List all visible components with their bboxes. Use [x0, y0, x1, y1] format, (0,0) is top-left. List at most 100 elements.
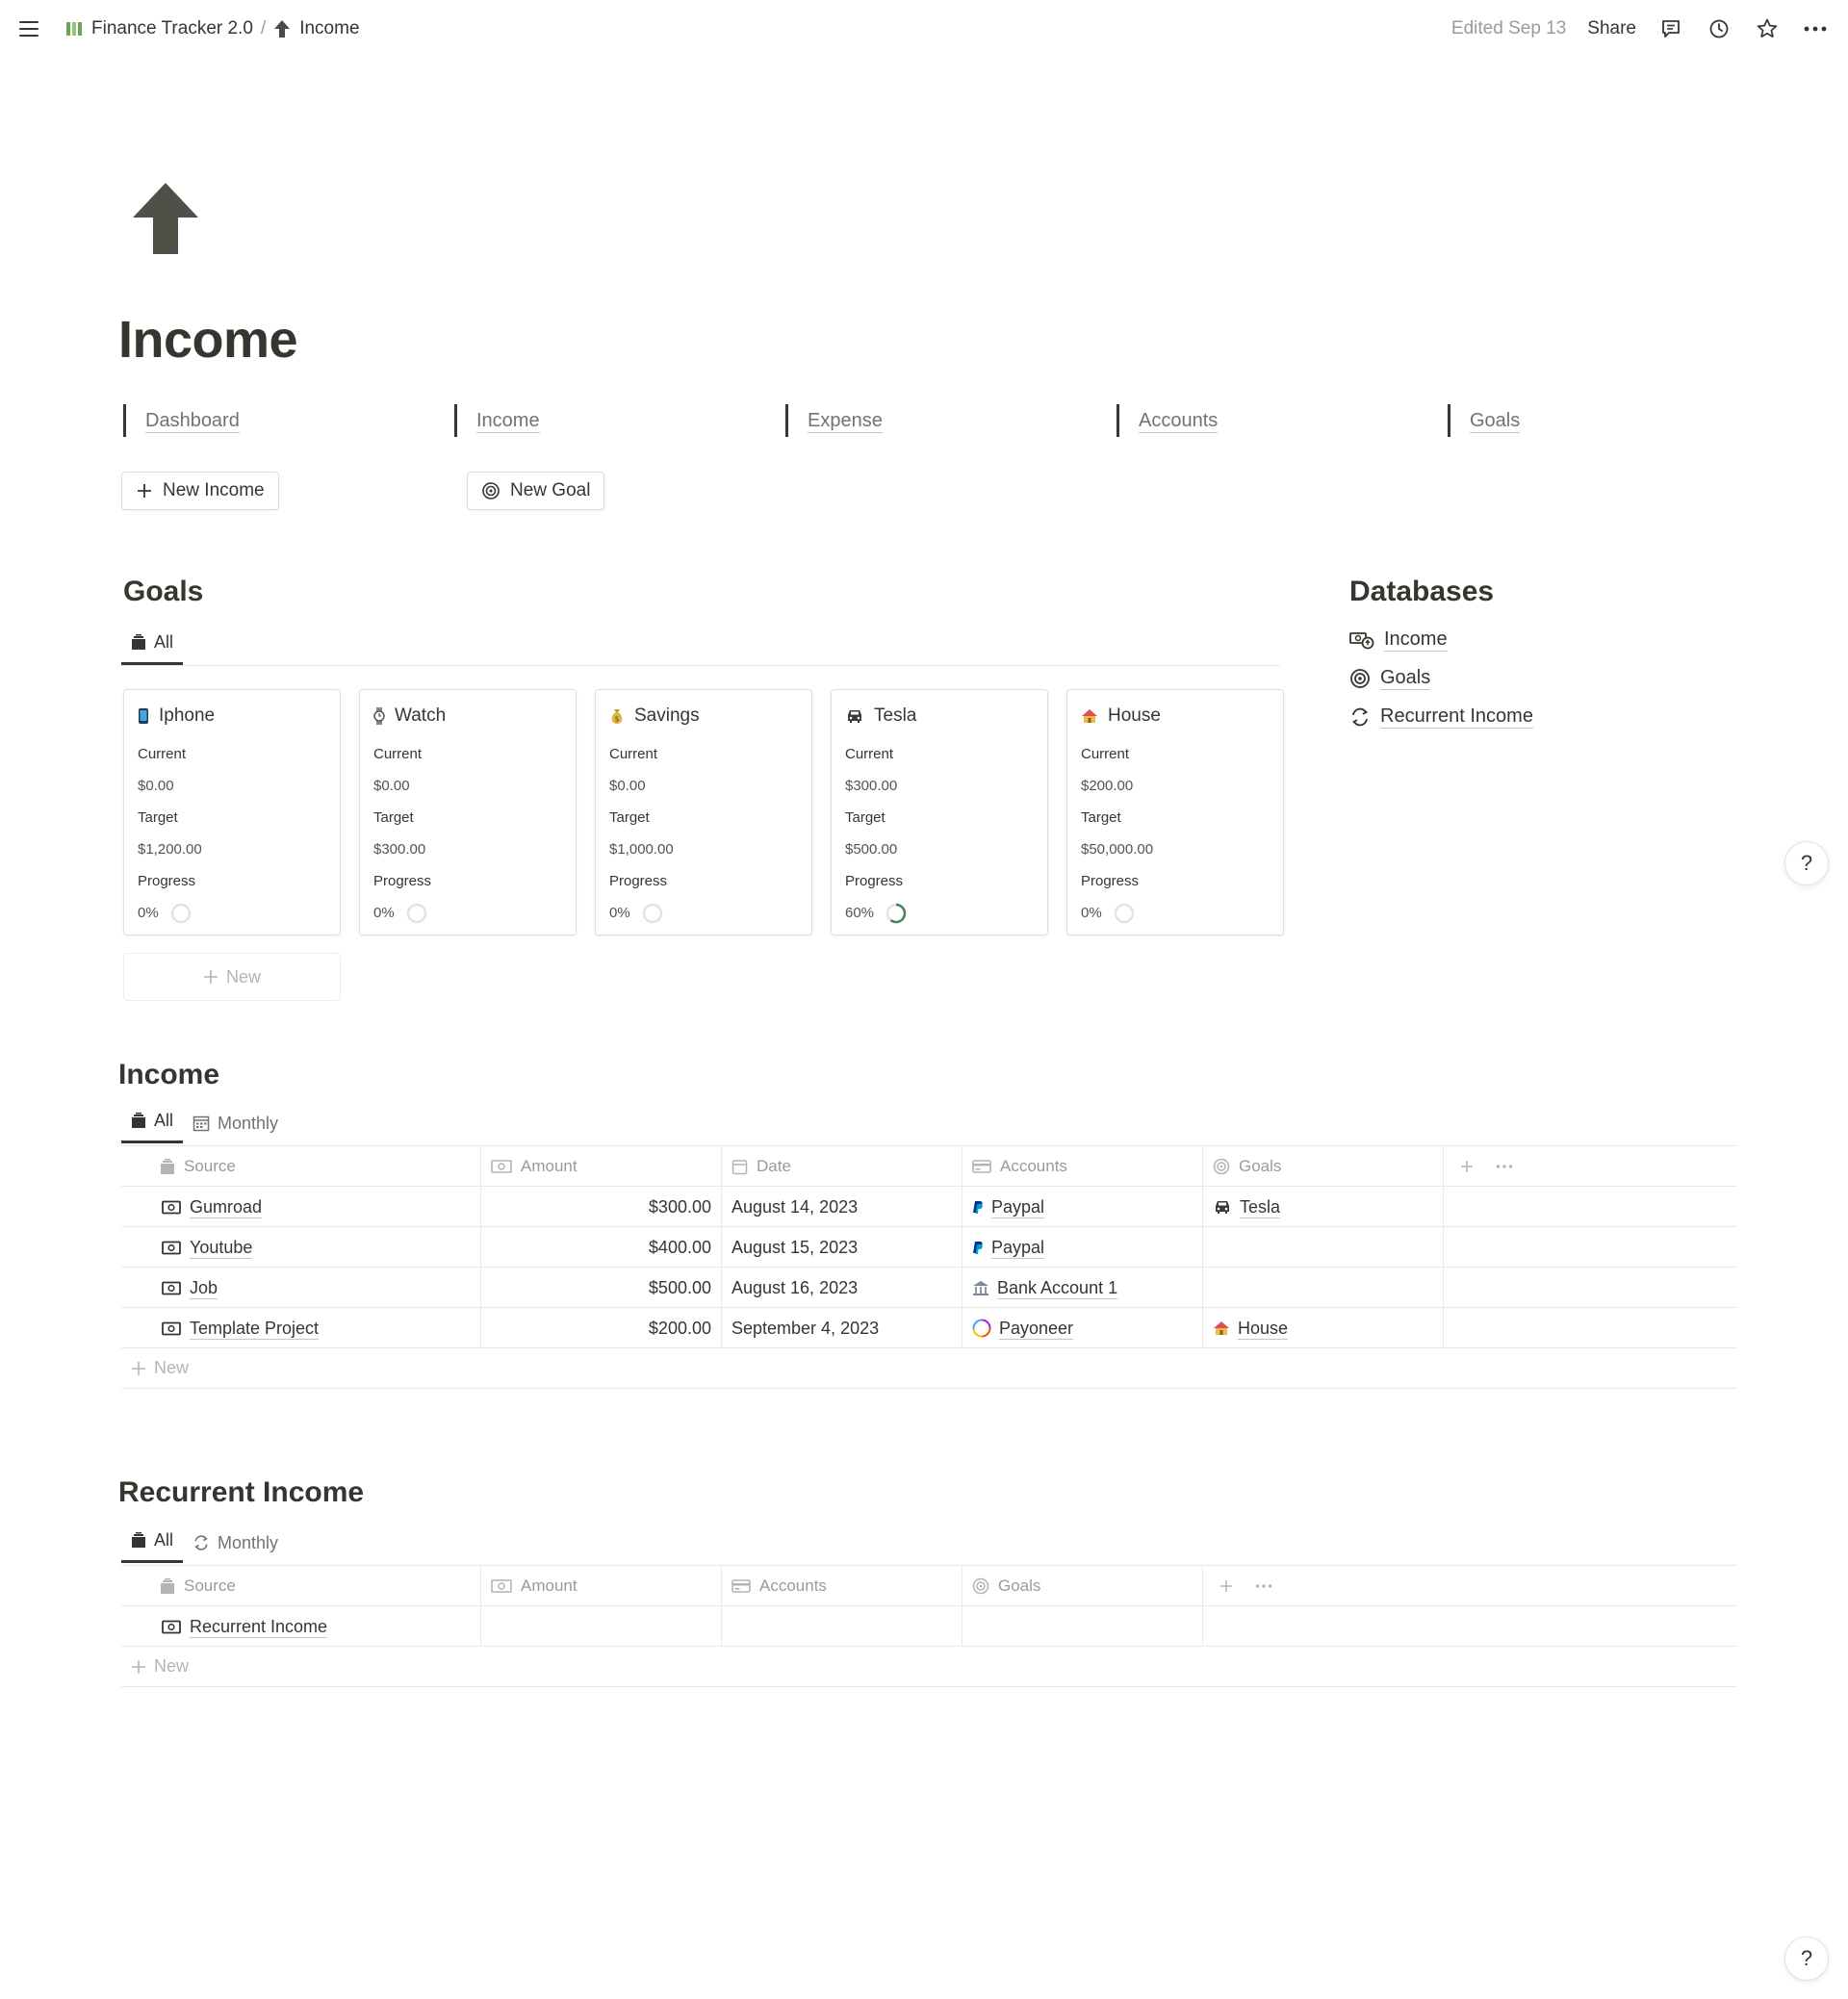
stack-icon [132, 1532, 145, 1548]
income-new-row-button[interactable]: New [121, 1348, 1736, 1389]
recurrent-tab-all[interactable]: All [121, 1521, 184, 1563]
account-relation[interactable]: Paypal [972, 1237, 1045, 1259]
recurrent-income-table: Source Amount Accounts Goals Recurrent I… [121, 1565, 1736, 1687]
plus-icon [203, 970, 218, 984]
goal-current: $200.00 [1081, 778, 1134, 794]
recurrent-amount-empty[interactable] [481, 1606, 722, 1647]
goal-target: $1,200.00 [138, 841, 202, 858]
new-goal-card-button[interactable]: New [123, 953, 341, 1001]
share-button[interactable]: Share [1587, 18, 1636, 39]
goal-card[interactable]: Watch Current $0.00 Target $300.00 Progr… [359, 689, 577, 935]
payoneer-icon [972, 1319, 991, 1338]
target-icon [1213, 1158, 1230, 1175]
recurrent-source[interactable]: Recurrent Income [190, 1616, 328, 1638]
income-view-tabs: All Monthly [121, 1101, 1736, 1143]
nav-link-goals: Goals [1448, 404, 1521, 437]
goal-progress: 0% [138, 905, 159, 921]
goal-target: $1,000.00 [609, 841, 674, 858]
recurrent-accounts-empty[interactable] [722, 1606, 962, 1647]
database-link-income[interactable]: Income [1349, 628, 1448, 652]
goals-heading: Goals [123, 576, 204, 607]
more-icon[interactable] [1802, 15, 1829, 42]
column-header-date[interactable]: Date [722, 1146, 962, 1187]
repeat-icon [194, 1535, 208, 1551]
goal-card[interactable]: House Current $200.00 Target $50,000.00 … [1066, 689, 1284, 935]
account-relation[interactable]: Bank Account 1 [972, 1277, 1118, 1299]
income-heading: Income [118, 1059, 220, 1090]
add-column-icon[interactable] [1459, 1159, 1475, 1174]
income-source[interactable]: Template Project [190, 1318, 320, 1340]
goal-target: $50,000.00 [1081, 841, 1154, 858]
income-amount: $400.00 [481, 1227, 722, 1268]
column-header-source[interactable]: Source [121, 1566, 481, 1606]
goal-cards: Iphone Current $0.00 Target $1,200.00 Pr… [123, 689, 1284, 935]
recurrent-income-heading: Recurrent Income [118, 1476, 365, 1508]
breadcrumb: Finance Tracker 2.0 / Income [65, 18, 360, 39]
database-link-recurrent-income[interactable]: Recurrent Income [1349, 705, 1533, 729]
stack-icon [132, 634, 145, 650]
goals-tab-all[interactable]: All [121, 623, 184, 665]
breadcrumb-workspace[interactable]: Finance Tracker 2.0 [65, 18, 253, 39]
new-goal-button[interactable]: New Goal [467, 472, 605, 510]
table-header-row: Source Amount Accounts Goals [121, 1566, 1736, 1606]
goal-relation-empty[interactable] [1203, 1268, 1444, 1308]
money-icon [66, 22, 82, 36]
goal-progress: 0% [1081, 905, 1102, 921]
income-tab-all[interactable]: All [121, 1101, 184, 1143]
add-column-icon[interactable] [1219, 1578, 1234, 1594]
column-header-accounts[interactable]: Accounts [962, 1146, 1203, 1187]
goal-progress: 60% [845, 905, 875, 921]
more-icon[interactable] [1496, 1164, 1513, 1169]
column-header-amount[interactable]: Amount [481, 1566, 722, 1606]
star-icon[interactable] [1754, 15, 1781, 42]
goal-card[interactable]: Iphone Current $0.00 Target $1,200.00 Pr… [123, 689, 341, 935]
watch-icon [373, 707, 385, 725]
help-button[interactable]: ? [1784, 841, 1829, 885]
history-icon[interactable] [1706, 15, 1732, 42]
goal-target: $500.00 [845, 841, 898, 858]
repeat-icon [1351, 707, 1369, 726]
table-header-row: Source Amount Date Accounts Goals [121, 1146, 1736, 1187]
recurrent-tab-monthly[interactable]: Monthly [183, 1523, 288, 1563]
table-row[interactable]: Job $500.00 August 16, 2023 Bank Account… [121, 1268, 1736, 1308]
new-income-button[interactable]: New Income [121, 472, 279, 510]
plus-icon [132, 1659, 145, 1674]
help-button-bottom[interactable]: ? [1784, 1936, 1829, 1981]
column-header-goals[interactable]: Goals [962, 1566, 1203, 1606]
stack-icon [161, 1158, 174, 1174]
account-relation[interactable]: Paypal [972, 1196, 1045, 1218]
goal-card[interactable]: Tesla Current $300.00 Target $500.00 Pro… [831, 689, 1048, 935]
income-source[interactable]: Job [190, 1277, 218, 1299]
column-header-accounts[interactable]: Accounts [722, 1566, 962, 1606]
breadcrumb-page[interactable]: Income [273, 18, 360, 39]
account-relation[interactable]: Payoneer [972, 1318, 1074, 1340]
goal-card-title: Watch [395, 705, 447, 726]
database-link-goals[interactable]: Goals [1349, 666, 1431, 690]
page-arrow-up-icon[interactable] [131, 181, 200, 258]
table-row[interactable]: Recurrent Income [121, 1606, 1736, 1647]
goal-relation[interactable]: Tesla [1213, 1196, 1281, 1218]
databases-heading: Databases [1349, 576, 1495, 607]
progress-ring [170, 903, 191, 923]
table-row[interactable]: Template Project $200.00 September 4, 20… [121, 1308, 1736, 1348]
income-source[interactable]: Gumroad [190, 1196, 263, 1218]
income-source[interactable]: Youtube [190, 1237, 253, 1259]
goal-card-title: House [1108, 705, 1161, 726]
plus-icon [132, 1361, 145, 1375]
goal-card[interactable]: $ Savings Current $0.00 Target $1,000.00… [595, 689, 812, 935]
recurrent-goals-empty[interactable] [962, 1606, 1203, 1647]
recurrent-new-row-button[interactable]: New [121, 1647, 1736, 1687]
comment-icon[interactable] [1657, 15, 1684, 42]
table-row[interactable]: Youtube $400.00 August 15, 2023 Paypal [121, 1227, 1736, 1268]
column-header-amount[interactable]: Amount [481, 1146, 722, 1187]
income-tab-monthly[interactable]: Monthly [183, 1103, 288, 1143]
house-icon [1214, 1321, 1229, 1335]
column-header-goals[interactable]: Goals [1203, 1146, 1444, 1187]
menu-icon[interactable] [19, 17, 42, 40]
more-icon[interactable] [1255, 1583, 1272, 1589]
table-row[interactable]: Gumroad $300.00 August 14, 2023 Paypal T… [121, 1187, 1736, 1227]
goal-relation[interactable]: House [1213, 1318, 1289, 1340]
column-header-source[interactable]: Source [121, 1146, 481, 1187]
goal-current: $0.00 [138, 778, 174, 794]
goal-relation-empty[interactable] [1203, 1227, 1444, 1268]
